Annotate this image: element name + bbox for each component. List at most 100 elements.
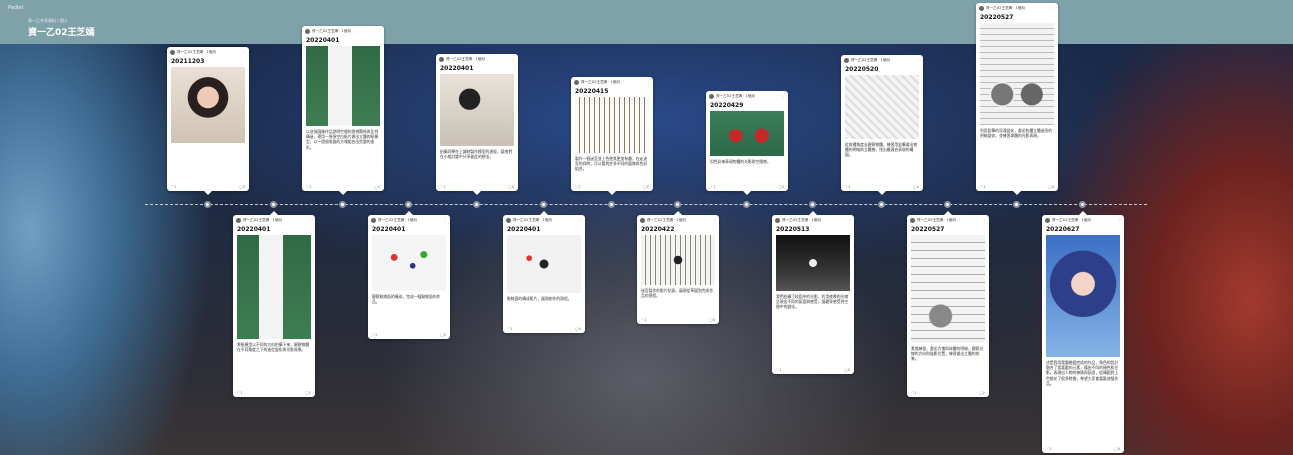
timeline-node[interactable] xyxy=(339,201,346,208)
post-card[interactable]: 資一乙02王芝嫣 · 1個月 ⋮ 20220429 用色彩來表現物體的光影與空間感… xyxy=(706,91,788,195)
post-card[interactable]: 資一乙02王芝嫣 · 1個月 ⋮ 20220520 從各種角度去觀察物體，練習用鉛… xyxy=(841,55,923,195)
post-title: 20220401 xyxy=(237,226,271,233)
more-options-icon[interactable]: ⋮ xyxy=(781,94,785,99)
post-card[interactable]: 資一乙02王芝嫣 · 1個月 ⋮ 20211203 ♡1 ▢0 xyxy=(167,47,249,195)
post-card[interactable]: 資一乙02王芝嫣 · 1個月 ⋮ 20220401 以這張圖像作品說明空間的透視關… xyxy=(302,26,384,195)
comment-button[interactable]: ▢0 xyxy=(1114,447,1120,451)
like-button[interactable]: ♡1 xyxy=(575,185,581,189)
post-header: 資一乙02王芝嫣 · 1個月 ⋮ xyxy=(637,215,719,226)
like-button[interactable]: ♡1 xyxy=(980,185,986,189)
breadcrumb[interactable]: 資一乙共享資料 / 個人 xyxy=(28,18,68,24)
post-card[interactable]: 資一乙02王芝嫣 · 1個月 ⋮ 20220527 利用鉛筆的深淺變化，畫出各種立… xyxy=(976,3,1058,195)
post-image[interactable] xyxy=(1046,235,1120,357)
like-button[interactable]: ♡1 xyxy=(507,327,513,331)
timeline-node[interactable] xyxy=(743,201,750,208)
post-card[interactable]: 資一乙02王芝嫣 · 1個月 ⋮ 20220422 迷宮製作的影片紀錄，展現從草圖… xyxy=(637,211,719,324)
more-options-icon[interactable]: ⋮ xyxy=(242,50,246,55)
timeline-node[interactable] xyxy=(1013,201,1020,208)
comment-button[interactable]: ▢0 xyxy=(239,185,245,189)
post-footer: ♡1 ▢0 xyxy=(980,185,1054,189)
comment-button[interactable]: ▢0 xyxy=(778,185,784,189)
more-options-icon[interactable]: ⋮ xyxy=(377,29,381,34)
comment-button[interactable]: ▢0 xyxy=(844,368,850,372)
like-button[interactable]: ♡1 xyxy=(845,185,851,189)
timeline-node[interactable] xyxy=(473,201,480,208)
post-card[interactable]: 資一乙02王芝嫣 · 1個月 ⋮ 20220513 我們拍攝了校園中的光影，利用夜… xyxy=(772,211,854,374)
post-image[interactable] xyxy=(237,235,311,339)
more-options-icon[interactable]: ⋮ xyxy=(443,218,447,223)
post-author: 資一乙02王芝嫣 · 1個月 xyxy=(647,218,687,222)
post-body: 觀察點線面的構成，完成一幅點線面的作品。 xyxy=(372,294,441,305)
like-button[interactable]: ♡1 xyxy=(440,185,446,189)
like-button[interactable]: ♡1 xyxy=(237,391,243,395)
post-card[interactable]: 資一乙02王芝嫣 · 1個月 ⋮ 20220401 點線面的構成影片，展現創作的過… xyxy=(503,211,585,333)
post-image[interactable] xyxy=(372,235,446,291)
post-author: 資一乙02王芝嫣 · 1個月 xyxy=(312,29,352,33)
timeline-node[interactable] xyxy=(204,201,211,208)
post-title: 20220429 xyxy=(710,102,744,109)
post-card[interactable]: 資一乙02王芝嫣 · 1個月 ⋮ 20220627 這是我用電腦繪圖完成的作品，角… xyxy=(1042,211,1124,453)
post-image[interactable] xyxy=(776,235,850,291)
like-button[interactable]: ♡2 xyxy=(1046,447,1052,451)
post-card[interactable]: 資一乙02王芝嫣 · 1個月 ⋮ 20220401 觀察點線面的構成，完成一幅點線… xyxy=(368,211,450,339)
post-footer: ♡1 ▢0 xyxy=(440,185,514,189)
post-image[interactable] xyxy=(911,235,985,343)
like-button[interactable]: ♡1 xyxy=(641,318,647,322)
like-button[interactable]: ♡1 xyxy=(171,185,177,189)
post-image[interactable] xyxy=(440,74,514,146)
post-header: 資一乙02王芝嫣 · 1個月 ⋮ xyxy=(436,54,518,65)
comment-button[interactable]: ▢0 xyxy=(508,185,514,189)
post-body: 這是我用電腦繪圖完成的作品，角色的設計融合了我喜歡的元素，藉由不同的顏色和光影，… xyxy=(1046,360,1119,386)
comment-button[interactable]: ▢0 xyxy=(1048,185,1054,189)
post-card[interactable]: 資一乙02王芝嫣 · 1個月 ⋮ 20220415 製作一個迷宮並上色使其更加有趣… xyxy=(571,77,653,195)
like-count: 1 xyxy=(983,185,986,189)
post-card[interactable]: 資一乙02王芝嫣 · 1個月 ⋮ 20220401 將紙模型以不同的方向拍攝下來，… xyxy=(233,211,315,397)
post-author: 資一乙02王芝嫣 · 1個月 xyxy=(446,57,486,61)
more-options-icon[interactable]: ⋮ xyxy=(847,218,851,223)
post-image[interactable] xyxy=(507,235,581,293)
like-count: 2 xyxy=(1049,447,1052,451)
post-image[interactable] xyxy=(306,46,380,126)
more-options-icon[interactable]: ⋮ xyxy=(1117,218,1121,223)
like-count: 1 xyxy=(848,185,851,189)
comment-button[interactable]: ▢0 xyxy=(575,327,581,331)
comment-button[interactable]: ▢0 xyxy=(440,333,446,337)
timeline-node[interactable] xyxy=(608,201,615,208)
comment-button[interactable]: ▢0 xyxy=(913,185,919,189)
more-options-icon[interactable]: ⋮ xyxy=(511,57,515,62)
post-card[interactable]: 資一乙02王芝嫣 · 1個月 ⋮ 20220527 素描練習，畫出方塊與球體的明暗… xyxy=(907,211,989,397)
more-options-icon[interactable]: ⋮ xyxy=(712,218,716,223)
like-button[interactable]: ♡1 xyxy=(710,185,716,189)
post-header: 資一乙02王芝嫣 · 1個月 ⋮ xyxy=(841,55,923,66)
like-button[interactable]: ♡2 xyxy=(372,333,378,337)
comment-button[interactable]: ▢0 xyxy=(709,318,715,322)
more-options-icon[interactable]: ⋮ xyxy=(308,218,312,223)
post-image[interactable] xyxy=(980,23,1054,125)
brand-logo[interactable]: Padlet xyxy=(8,5,23,11)
post-title: 20220415 xyxy=(575,88,609,95)
post-title: 20220513 xyxy=(776,226,810,233)
post-image[interactable] xyxy=(641,235,715,285)
more-options-icon[interactable]: ⋮ xyxy=(916,58,920,63)
post-image[interactable] xyxy=(710,111,784,156)
comment-button[interactable]: ▢0 xyxy=(643,185,649,189)
post-header: 資一乙02王芝嫣 · 1個月 ⋮ xyxy=(907,215,989,226)
more-options-icon[interactable]: ⋮ xyxy=(982,218,986,223)
timeline-node[interactable] xyxy=(878,201,885,208)
like-button[interactable]: ♡1 xyxy=(776,368,782,372)
more-options-icon[interactable]: ⋮ xyxy=(646,80,650,85)
post-image[interactable] xyxy=(171,67,245,143)
post-image[interactable] xyxy=(845,75,919,139)
comment-count: 1 xyxy=(377,185,380,189)
more-options-icon[interactable]: ⋮ xyxy=(1051,6,1055,11)
comment-button[interactable]: ▢2 xyxy=(979,391,985,395)
comment-count: 0 xyxy=(511,185,514,189)
like-button[interactable]: ♡1 xyxy=(911,391,917,395)
more-options-icon[interactable]: ⋮ xyxy=(578,218,582,223)
like-button[interactable]: ♡1 xyxy=(306,185,312,189)
post-card[interactable]: 資一乙02王芝嫣 · 1個月 ⋮ 20220401 拍攝同學在上課時製作模型的過程… xyxy=(436,54,518,195)
comment-button[interactable]: ▢1 xyxy=(374,185,380,189)
post-body: 利用鉛筆的深淺變化，畫出各種立體造形的明暗變化，並練習球體的光影表現。 xyxy=(980,128,1053,139)
comment-button[interactable]: ▢2 xyxy=(305,391,311,395)
post-image[interactable] xyxy=(575,97,649,153)
